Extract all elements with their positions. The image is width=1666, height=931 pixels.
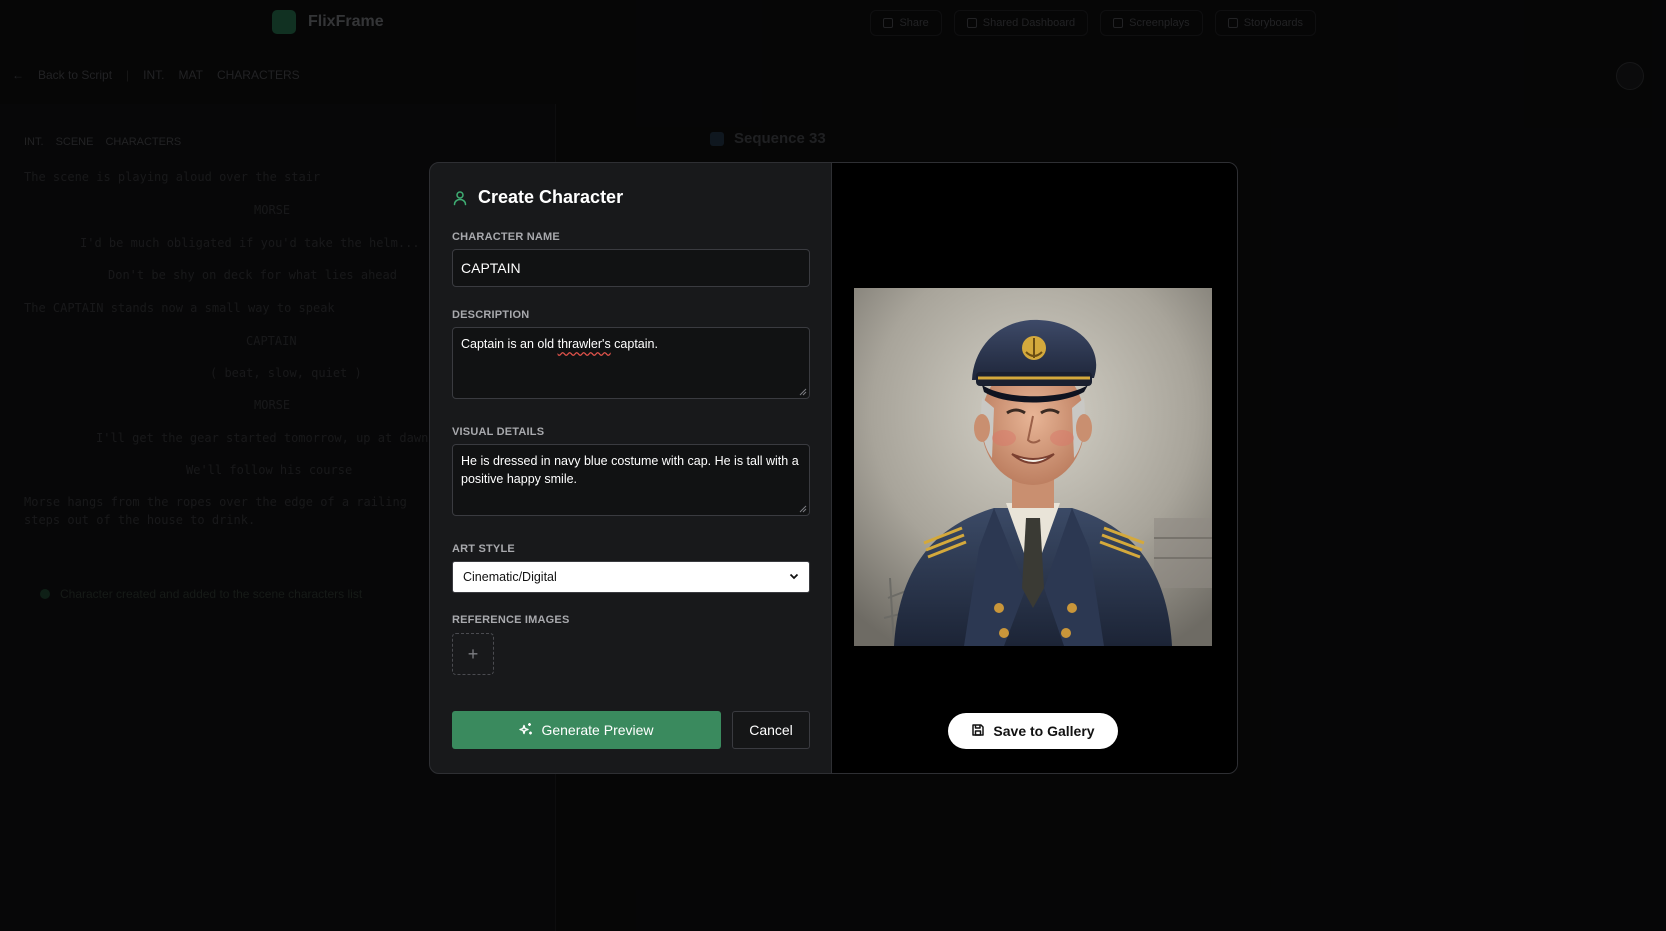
create-character-modal: Create Character CHARACTER NAME CAPTAIN …	[429, 162, 1238, 774]
character-name-value: CAPTAIN	[461, 260, 521, 276]
reference-images-label: REFERENCE IMAGES	[452, 614, 570, 626]
character-name-input[interactable]: CAPTAIN	[452, 249, 810, 287]
resize-handle-icon[interactable]	[799, 388, 807, 396]
modal-header: Create Character	[452, 187, 623, 208]
generate-preview-button[interactable]: Generate Preview	[452, 711, 721, 749]
description-label: DESCRIPTION	[452, 309, 530, 321]
generate-preview-label: Generate Preview	[541, 722, 654, 738]
save-to-gallery-label: Save to Gallery	[993, 723, 1095, 739]
cancel-label: Cancel	[749, 722, 793, 738]
description-part: captain.	[610, 337, 658, 351]
plus-icon: +	[467, 643, 479, 664]
save-icon	[971, 723, 985, 740]
save-to-gallery-button[interactable]: Save to Gallery	[948, 713, 1118, 749]
art-style-select[interactable]: Cinematic/Digital	[452, 561, 810, 593]
art-style-value: Cinematic/Digital	[463, 570, 557, 584]
description-textarea[interactable]: Captain is an old thrawler's captain.	[452, 327, 810, 399]
user-icon	[452, 190, 468, 206]
character-form: Create Character CHARACTER NAME CAPTAIN …	[430, 163, 832, 773]
visual-details-textarea[interactable]: He is dressed in navy blue costume with …	[452, 444, 810, 516]
add-reference-image-button[interactable]: +	[452, 633, 494, 675]
sparkles-icon	[519, 722, 533, 739]
preview-panel: Save to Gallery	[832, 163, 1237, 773]
cancel-button[interactable]: Cancel	[732, 711, 810, 749]
resize-handle-icon[interactable]	[799, 505, 807, 513]
art-style-label: ART STYLE	[452, 543, 515, 555]
chevron-down-icon	[789, 570, 799, 584]
character-preview-image	[854, 288, 1212, 646]
description-text: Captain is an old thrawler's captain.	[461, 337, 658, 351]
description-part: Captain is an old	[461, 337, 558, 351]
modal-title: Create Character	[478, 187, 624, 207]
character-name-label: CHARACTER NAME	[452, 231, 560, 243]
visual-details-label: VISUAL DETAILS	[452, 426, 545, 438]
misspelled-word: thrawler's	[557, 337, 611, 351]
visual-details-text: He is dressed in navy blue costume with …	[461, 454, 799, 486]
